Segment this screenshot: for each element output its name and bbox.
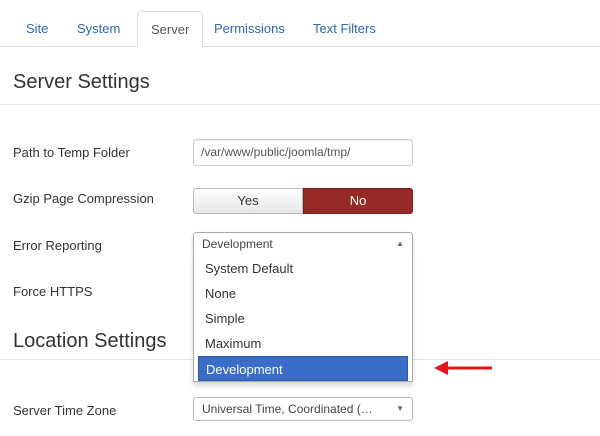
tab-site[interactable]: Site: [13, 11, 61, 47]
option-simple[interactable]: Simple: [198, 306, 408, 331]
gzip-toggle: Yes No: [193, 188, 413, 214]
timezone-select[interactable]: Universal Time, Coordinated (… ▼: [193, 397, 413, 421]
error-reporting-label: Error Reporting: [13, 238, 102, 253]
timezone-label: Server Time Zone: [13, 403, 117, 418]
gzip-yes-button[interactable]: Yes: [193, 188, 303, 214]
option-system-default[interactable]: System Default: [198, 256, 408, 281]
tab-system[interactable]: System: [64, 11, 133, 47]
temp-path-input[interactable]: /var/www/public/joomla/tmp/: [193, 139, 413, 166]
temp-path-label: Path to Temp Folder: [13, 145, 130, 160]
red-arrow-icon: [434, 361, 492, 375]
gzip-no-button[interactable]: No: [303, 188, 413, 214]
tab-text-filters[interactable]: Text Filters: [300, 11, 389, 47]
error-reporting-select[interactable]: Development ▲: [193, 232, 413, 256]
option-development[interactable]: Development: [198, 356, 408, 381]
section-divider: [0, 104, 600, 105]
option-maximum[interactable]: Maximum: [198, 331, 408, 356]
gzip-label: Gzip Page Compression: [13, 191, 154, 206]
tab-server[interactable]: Server: [137, 11, 204, 48]
option-none[interactable]: None: [198, 281, 408, 306]
tab-permissions[interactable]: Permissions: [201, 11, 298, 47]
error-reporting-dropdown: System Default None Simple Maximum Devel…: [193, 254, 413, 382]
location-settings-heading: Location Settings: [13, 330, 167, 352]
timezone-value: Universal Time, Coordinated (…: [202, 402, 373, 416]
tab-bar: Site System Server Permissions Text Filt…: [0, 0, 600, 48]
error-reporting-value: Development: [202, 237, 273, 251]
server-settings-heading: Server Settings: [13, 71, 150, 93]
caret-up-icon: ▲: [396, 239, 404, 248]
caret-down-icon: ▼: [396, 404, 404, 413]
force-https-label: Force HTTPS: [13, 284, 93, 299]
